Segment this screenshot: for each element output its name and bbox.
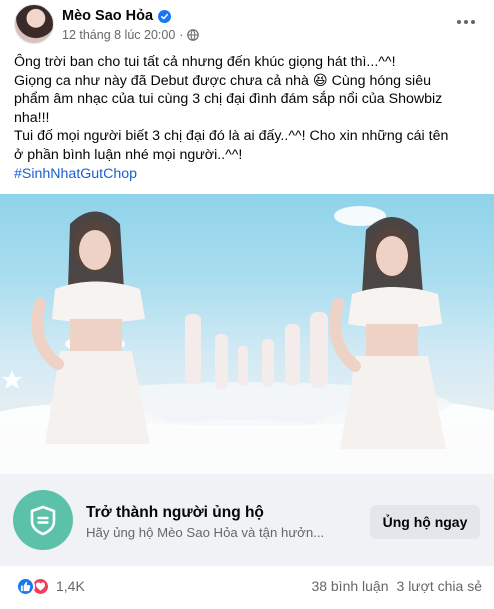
post-text-line: ở phần bình luận nhé mọi người..^^! (14, 146, 243, 163)
meta-separator: · (179, 28, 184, 42)
supporter-subtitle: Hãy ủng hộ Mèo Sao Hỏa và tận hưởn... (86, 525, 325, 540)
more-horizontal-icon[interactable] (452, 12, 480, 32)
author-name[interactable]: Mèo Sao Hỏa (62, 8, 153, 24)
support-now-button[interactable]: Ủng hộ ngay (370, 505, 480, 539)
share-count-link[interactable]: 3 lượt chia sẻ (397, 578, 482, 594)
globe-icon[interactable] (187, 29, 200, 41)
reactions-summary[interactable]: 1,4K (16, 576, 85, 596)
like-icon (16, 576, 35, 596)
engagement-counts: 38 bình luận 3 lượt chia sẻ (311, 578, 482, 594)
supporter-title: Trở thành người ủng hộ (86, 504, 264, 521)
hashtag-link[interactable]: #SinhNhatGutChop (14, 166, 137, 182)
post-text-line: Tui đố mọi người biết 3 chị đại đó là ai… (14, 128, 449, 145)
verified-badge-icon (158, 9, 172, 23)
post-timestamp[interactable]: 12 tháng 8 lúc 20:00 (62, 28, 175, 42)
post-stats: 1,4K 38 bình luận 3 lượt chia sẻ (0, 566, 494, 606)
post-text-line: Ông trời ban cho tui tất cả nhưng đến kh… (14, 54, 396, 70)
post-text-line: nha!!! (14, 109, 50, 126)
author-row: Mèo Sao Hỏa (62, 7, 172, 25)
video-frame (0, 206, 494, 474)
post-message: Ông trời ban cho tui tất cả nhưng đến kh… (14, 53, 484, 183)
comment-count-link[interactable]: 38 bình luận (311, 578, 388, 594)
post-video[interactable] (0, 194, 494, 474)
post-text-line: Giọng ca như này đã Debut được chưa cả n… (14, 72, 431, 89)
post-header: Mèo Sao Hỏa 12 tháng 8 lúc 20:00 · (0, 0, 494, 48)
post-text-line: phẩm âm nhạc của tui cùng 3 chị đại đình… (14, 91, 443, 108)
supporter-badge-icon (13, 490, 73, 550)
post-meta: 12 tháng 8 lúc 20:00 · (62, 27, 200, 43)
author-avatar[interactable] (14, 4, 54, 44)
reaction-count[interactable]: 1,4K (56, 578, 85, 594)
